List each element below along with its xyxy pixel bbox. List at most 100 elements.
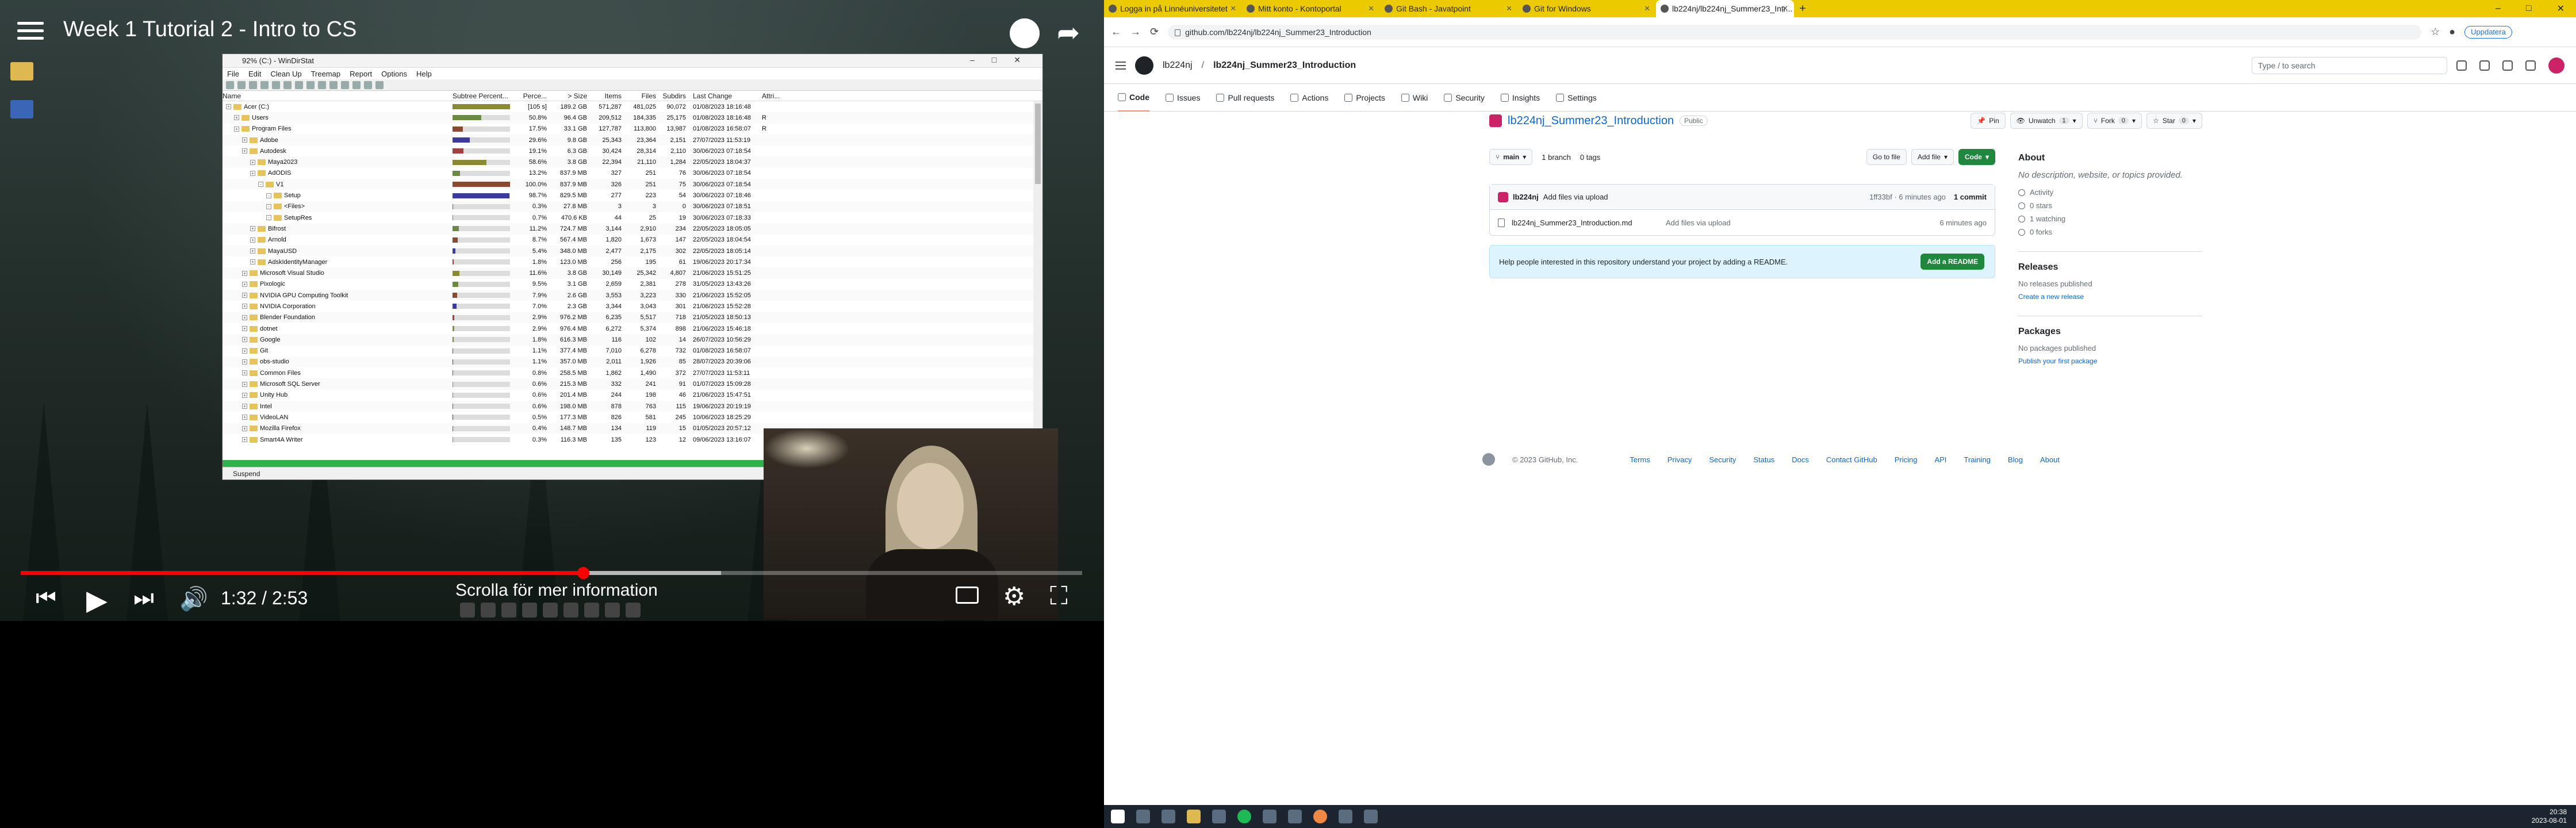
forward-icon[interactable]: → [1130, 26, 1141, 38]
about-item[interactable]: 0 stars [2018, 201, 2202, 210]
toolbar-button[interactable] [283, 80, 292, 89]
column-header[interactable]: Perce... [516, 92, 550, 100]
column-header[interactable]: Last Change [689, 92, 758, 100]
toolbar-button[interactable] [352, 80, 361, 89]
about-item[interactable]: Activity [2018, 188, 2202, 197]
toolbar-button[interactable] [260, 80, 269, 89]
table-row[interactable]: + Acer (C:) [105 s] 189.2 GB 571,287 481,025 9… [223, 101, 1042, 112]
table-row[interactable]: + Users 50.8% 96.4 GB 209,512 184,335 25,175 01… [223, 112, 1042, 124]
inbox-icon[interactable] [2525, 60, 2536, 71]
browser-tab[interactable]: Git for Windows ✕ [1518, 0, 1656, 17]
footer-link-docs[interactable]: Docs [1792, 455, 1809, 464]
toolbar-button[interactable] [318, 80, 326, 89]
table-row[interactable]: + AdODIS 13.2% 837.9 MB 327 251 76 30/06/2023 0… [223, 168, 1042, 179]
clock[interactable]: 20:38 2023-08-01 [2532, 808, 2576, 825]
terminal-icon[interactable] [1263, 810, 1276, 823]
create-icon[interactable] [2456, 60, 2467, 71]
window-controls[interactable]: –□✕ [970, 55, 1038, 65]
play-icon[interactable]: ▶ [86, 584, 108, 616]
footer-link-status[interactable]: Status [1753, 455, 1774, 464]
expand-toggle[interactable]: + [242, 381, 247, 387]
footer-link-blog[interactable]: Blog [2008, 455, 2023, 464]
table-row[interactable]: - SetupRes 0.7% 470.6 KB 44 25 19 30/06/2023 07… [223, 212, 1042, 223]
browser-tab[interactable]: Git Bash - Javatpoint ✕ [1380, 0, 1518, 17]
tab-security[interactable]: Security [1444, 84, 1485, 112]
expand-toggle[interactable]: + [250, 170, 255, 176]
store-icon[interactable] [1212, 810, 1226, 823]
close-icon[interactable]: ✕ [1782, 4, 1788, 13]
browser-tab[interactable]: Mitt konto - Kontoportal ✕ [1242, 0, 1380, 17]
column-header[interactable]: Subtree Percent... [453, 92, 516, 100]
commit-hash[interactable]: 1ff33bf [1869, 193, 1892, 201]
expand-toggle[interactable]: + [250, 237, 255, 243]
app-icon[interactable] [1364, 810, 1378, 823]
menu-item-options[interactable]: Options [381, 70, 407, 78]
expand-toggle[interactable]: + [226, 104, 231, 110]
footer-link-api[interactable]: API [1934, 455, 1946, 464]
tab-wiki[interactable]: Wiki [1401, 84, 1428, 112]
table-row[interactable]: + Pixologic 9.5% 3.1 GB 2,659 2,381 278 31/05/2… [223, 279, 1042, 290]
table-row[interactable]: - V1 100.0% 837.9 MB 326 251 75 30/06/2023 07:1… [223, 179, 1042, 190]
tab-actions[interactable]: Actions [1290, 84, 1328, 112]
expand-toggle[interactable]: + [250, 248, 255, 254]
table-row[interactable]: + Common Files 0.8% 258.5 MB 1,862 1,490 372 27… [223, 367, 1042, 378]
mail-icon[interactable] [1288, 810, 1302, 823]
previous-icon[interactable]: ⏮ [36, 585, 56, 611]
file-commit-message[interactable]: Add files via upload [1666, 218, 1731, 227]
expand-toggle[interactable]: + [242, 281, 247, 287]
table-row[interactable]: + Google 1.8% 616.3 MB 116 102 14 26/07/2023 10… [223, 334, 1042, 346]
avatar[interactable] [2548, 57, 2564, 74]
packages-heading[interactable]: Packages [2018, 327, 2202, 337]
tab-code[interactable]: Code [1118, 84, 1149, 112]
close-icon[interactable]: ✕ [1644, 4, 1650, 13]
table-row[interactable]: - Setup 98.7% 829.5 MB 277 223 54 30/06/2023 07… [223, 190, 1042, 201]
file-row[interactable]: lb224nj_Summer23_Introduction.md Add file… [1490, 210, 1995, 235]
expand-toggle[interactable]: + [250, 226, 255, 232]
footer-link-privacy[interactable]: Privacy [1667, 455, 1692, 464]
expand-toggle[interactable]: - [266, 193, 271, 198]
add-file-button[interactable]: Add file ▾ [1911, 149, 1954, 165]
pin-button[interactable]: 📌 Pin [1971, 113, 2006, 129]
footer-link-terms[interactable]: Terms [1630, 455, 1650, 464]
search-icon[interactable] [1136, 810, 1150, 823]
menu-item-file[interactable]: File [227, 70, 239, 78]
table-row[interactable]: + Maya2023 58.6% 3.8 GB 22,394 21,110 1,284 22/… [223, 156, 1042, 168]
expand-toggle[interactable]: + [242, 137, 247, 143]
video-chapter[interactable]: Scrolla för mer information [455, 581, 658, 600]
update-button[interactable]: Uppdatera [2464, 25, 2512, 39]
maximize-icon[interactable]: □ [2526, 3, 2532, 14]
column-header[interactable]: Name [223, 92, 453, 100]
table-row[interactable]: + Autodesk 19.1% 6.3 GB 30,424 28,314 2,110 30/… [223, 145, 1042, 156]
toolbar-button[interactable] [329, 80, 338, 89]
toolbar-button[interactable] [295, 80, 303, 89]
expand-toggle[interactable]: + [242, 392, 247, 398]
toolbar-button[interactable] [341, 80, 349, 89]
expand-toggle[interactable]: + [234, 126, 239, 132]
add-readme-button[interactable]: Add a README [1920, 254, 1984, 270]
table-row[interactable]: + Unity Hub 0.6% 201.4 MB 244 198 46 21/06/2023… [223, 390, 1042, 401]
expand-toggle[interactable]: + [242, 148, 247, 154]
table-row[interactable]: + obs-studio 1.1% 357.0 MB 2,011 1,926 85 28/07… [223, 356, 1042, 368]
tab-projects[interactable]: Projects [1344, 84, 1385, 112]
minimize-icon[interactable]: – [2496, 3, 2501, 14]
tab-insights[interactable]: Insights [1500, 84, 1540, 112]
expand-toggle[interactable]: + [242, 304, 247, 309]
table-row[interactable]: + Program Files 17.5% 33.1 GB 127,787 113,800… [223, 124, 1042, 135]
column-header[interactable]: > Size [550, 92, 591, 100]
expand-toggle[interactable]: + [242, 270, 247, 276]
column-header[interactable]: Files [625, 92, 660, 100]
column-header[interactable]: Attri... [758, 92, 793, 100]
table-row[interactable]: + Microsoft SQL Server 0.6% 215.3 MB 332 241 9… [223, 378, 1042, 390]
menu-item-clean-up[interactable]: Clean Up [270, 70, 301, 78]
issues-icon[interactable] [2479, 60, 2490, 71]
tab-settings[interactable]: Settings [1556, 84, 1597, 112]
expand-toggle[interactable]: + [242, 337, 247, 343]
expand-toggle[interactable]: + [242, 404, 247, 409]
expand-toggle[interactable]: + [250, 159, 255, 165]
scrollbar[interactable] [1033, 101, 1042, 446]
column-header[interactable]: Subdirs [660, 92, 689, 100]
share-icon[interactable]: ➦ [1057, 20, 1080, 47]
releases-heading[interactable]: Releases [2018, 262, 2202, 273]
browser-tab[interactable]: Logga in på Linnéuniversitetet ✕ [1104, 0, 1242, 17]
toolbar-button[interactable] [375, 80, 384, 89]
